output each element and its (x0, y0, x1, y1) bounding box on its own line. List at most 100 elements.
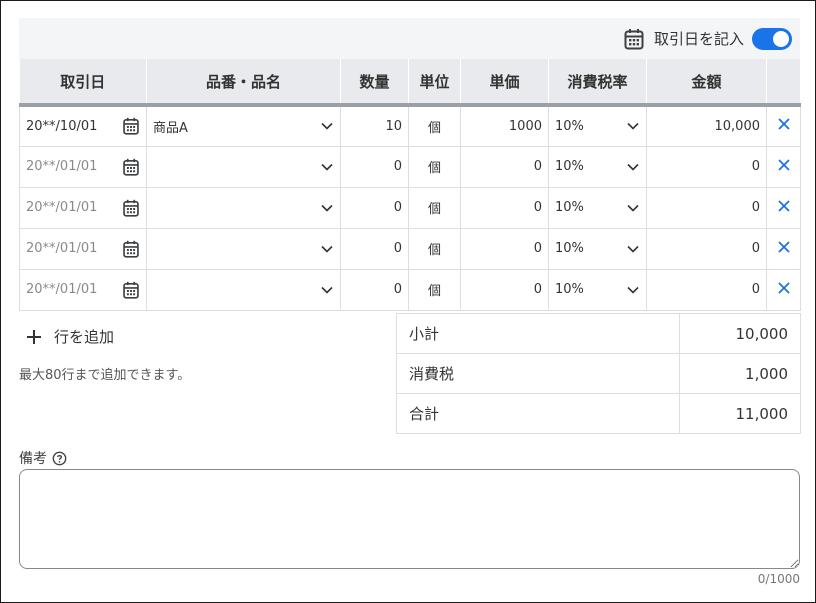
tax-rate-value: 10% (555, 241, 584, 256)
calendar-icon[interactable] (122, 158, 140, 176)
tax-rate-value: 10% (555, 282, 584, 297)
remarks-label: 備考 (19, 451, 47, 467)
tax-rate-select[interactable]: 10% (548, 145, 647, 188)
totals-row-subtotal: 小計 10,000 (396, 313, 801, 354)
table-header-row: 取引日 品番・品名 数量 単位 単価 消費税率 金額 (19, 59, 801, 107)
chevron-down-icon (321, 163, 333, 171)
date-cell[interactable]: 20**/01/01 (19, 145, 147, 188)
price-input[interactable]: 0 (460, 227, 549, 270)
add-row-label: 行を追加 (54, 328, 115, 346)
remarks-textarea[interactable] (19, 469, 800, 569)
header-delete (766, 59, 801, 107)
remarks-char-counter: 0/1000 (757, 572, 800, 586)
line-items-table: 取引日 品番・品名 数量 単位 単価 消費税率 金額 20**/10/01 商品… (19, 59, 801, 311)
chevron-down-icon (627, 245, 639, 253)
qty-input[interactable]: 10 (340, 104, 409, 147)
amount-cell: 0 (646, 145, 767, 188)
amount-cell: 0 (646, 227, 767, 270)
calendar-icon[interactable] (122, 281, 140, 299)
delete-row-button[interactable] (766, 186, 801, 229)
chevron-down-icon (321, 245, 333, 253)
tax-rate-select[interactable]: 10% (548, 186, 647, 229)
unit-cell: 個 (408, 186, 461, 229)
table-row: 20**/10/01 商品A 10 個 1000 10% 10,000 (19, 104, 801, 147)
item-select[interactable]: 商品A (146, 104, 341, 147)
price-input[interactable]: 1000 (460, 104, 549, 147)
close-icon (777, 240, 790, 253)
close-icon (777, 199, 790, 212)
item-select[interactable] (146, 227, 341, 270)
date-value: 20**/01/01 (26, 241, 98, 256)
plus-icon (27, 329, 41, 344)
total-label: 合計 (396, 393, 680, 434)
close-icon (777, 158, 790, 171)
calendar-icon[interactable] (122, 240, 140, 258)
total-value: 11,000 (679, 393, 801, 434)
delete-row-button[interactable] (766, 268, 801, 311)
item-select[interactable] (146, 268, 341, 311)
amount-cell: 0 (646, 186, 767, 229)
toggle-knob (773, 30, 789, 47)
tax-rate-value: 10% (555, 118, 584, 134)
unit-cell: 個 (408, 268, 461, 311)
header-tax-rate: 消費税率 (548, 59, 647, 107)
date-value: 20**/01/01 (26, 282, 98, 297)
qty-input[interactable]: 0 (340, 227, 409, 270)
chevron-down-icon (627, 286, 639, 294)
help-icon[interactable] (52, 451, 67, 466)
unit-cell: 個 (408, 104, 461, 147)
amount-cell: 10,000 (646, 104, 767, 147)
calendar-icon[interactable] (122, 117, 140, 135)
chevron-down-icon (627, 123, 639, 130)
totals-row-total: 合計 11,000 (396, 393, 801, 434)
tax-rate-value: 10% (555, 200, 584, 215)
tax-rate-select[interactable]: 10% (548, 227, 647, 270)
item-select[interactable] (146, 145, 341, 188)
tax-rate-select[interactable]: 10% (548, 104, 647, 147)
table-row: 20**/01/01 0 個 0 10% 0 (19, 145, 801, 188)
tax-rate-select[interactable]: 10% (548, 268, 647, 311)
price-input[interactable]: 0 (460, 186, 549, 229)
date-cell[interactable]: 20**/01/01 (19, 186, 147, 229)
toolbar: 取引日を記入 (19, 18, 800, 59)
chevron-down-icon (627, 204, 639, 212)
header-qty: 数量 (340, 59, 409, 107)
table-row: 20**/01/01 0 個 0 10% 0 (19, 268, 801, 311)
item-value: 商品A (153, 120, 188, 136)
record-date-toggle[interactable] (752, 27, 792, 50)
add-row-hint: 最大80行まで追加できます。 (19, 368, 191, 383)
date-cell[interactable]: 20**/01/01 (19, 227, 147, 270)
qty-input[interactable]: 0 (340, 186, 409, 229)
qty-input[interactable]: 0 (340, 268, 409, 311)
date-value: 20**/01/01 (26, 159, 98, 174)
chevron-down-icon (321, 123, 333, 130)
price-input[interactable]: 0 (460, 145, 549, 188)
remarks-label-wrap: 備考 (19, 448, 67, 468)
close-icon (777, 118, 790, 130)
totals-row-tax: 消費税 1,000 (396, 353, 801, 394)
delete-row-button[interactable] (766, 227, 801, 270)
header-price: 単価 (460, 59, 549, 107)
unit-cell: 個 (408, 145, 461, 188)
tax-label: 消費税 (396, 353, 680, 394)
qty-input[interactable]: 0 (340, 145, 409, 188)
header-item: 品番・品名 (146, 59, 341, 107)
header-unit: 単位 (408, 59, 461, 107)
item-select[interactable] (146, 186, 341, 229)
date-cell[interactable]: 20**/01/01 (19, 268, 147, 311)
close-icon (777, 281, 790, 294)
totals-table: 小計 10,000 消費税 1,000 合計 11,000 (396, 313, 801, 434)
amount-cell: 0 (646, 268, 767, 311)
date-cell[interactable]: 20**/10/01 (19, 104, 147, 147)
tax-value: 1,000 (679, 353, 801, 394)
price-input[interactable]: 0 (460, 268, 549, 311)
chevron-down-icon (321, 286, 333, 294)
delete-row-button[interactable] (766, 145, 801, 188)
add-row-button[interactable]: 行を追加 (26, 326, 114, 347)
header-amount: 金額 (646, 59, 767, 107)
chevron-down-icon (321, 204, 333, 212)
delete-row-button[interactable] (766, 104, 801, 147)
subtotal-label: 小計 (396, 313, 680, 354)
calendar-icon[interactable] (122, 199, 140, 217)
date-value: 20**/01/01 (26, 200, 98, 215)
